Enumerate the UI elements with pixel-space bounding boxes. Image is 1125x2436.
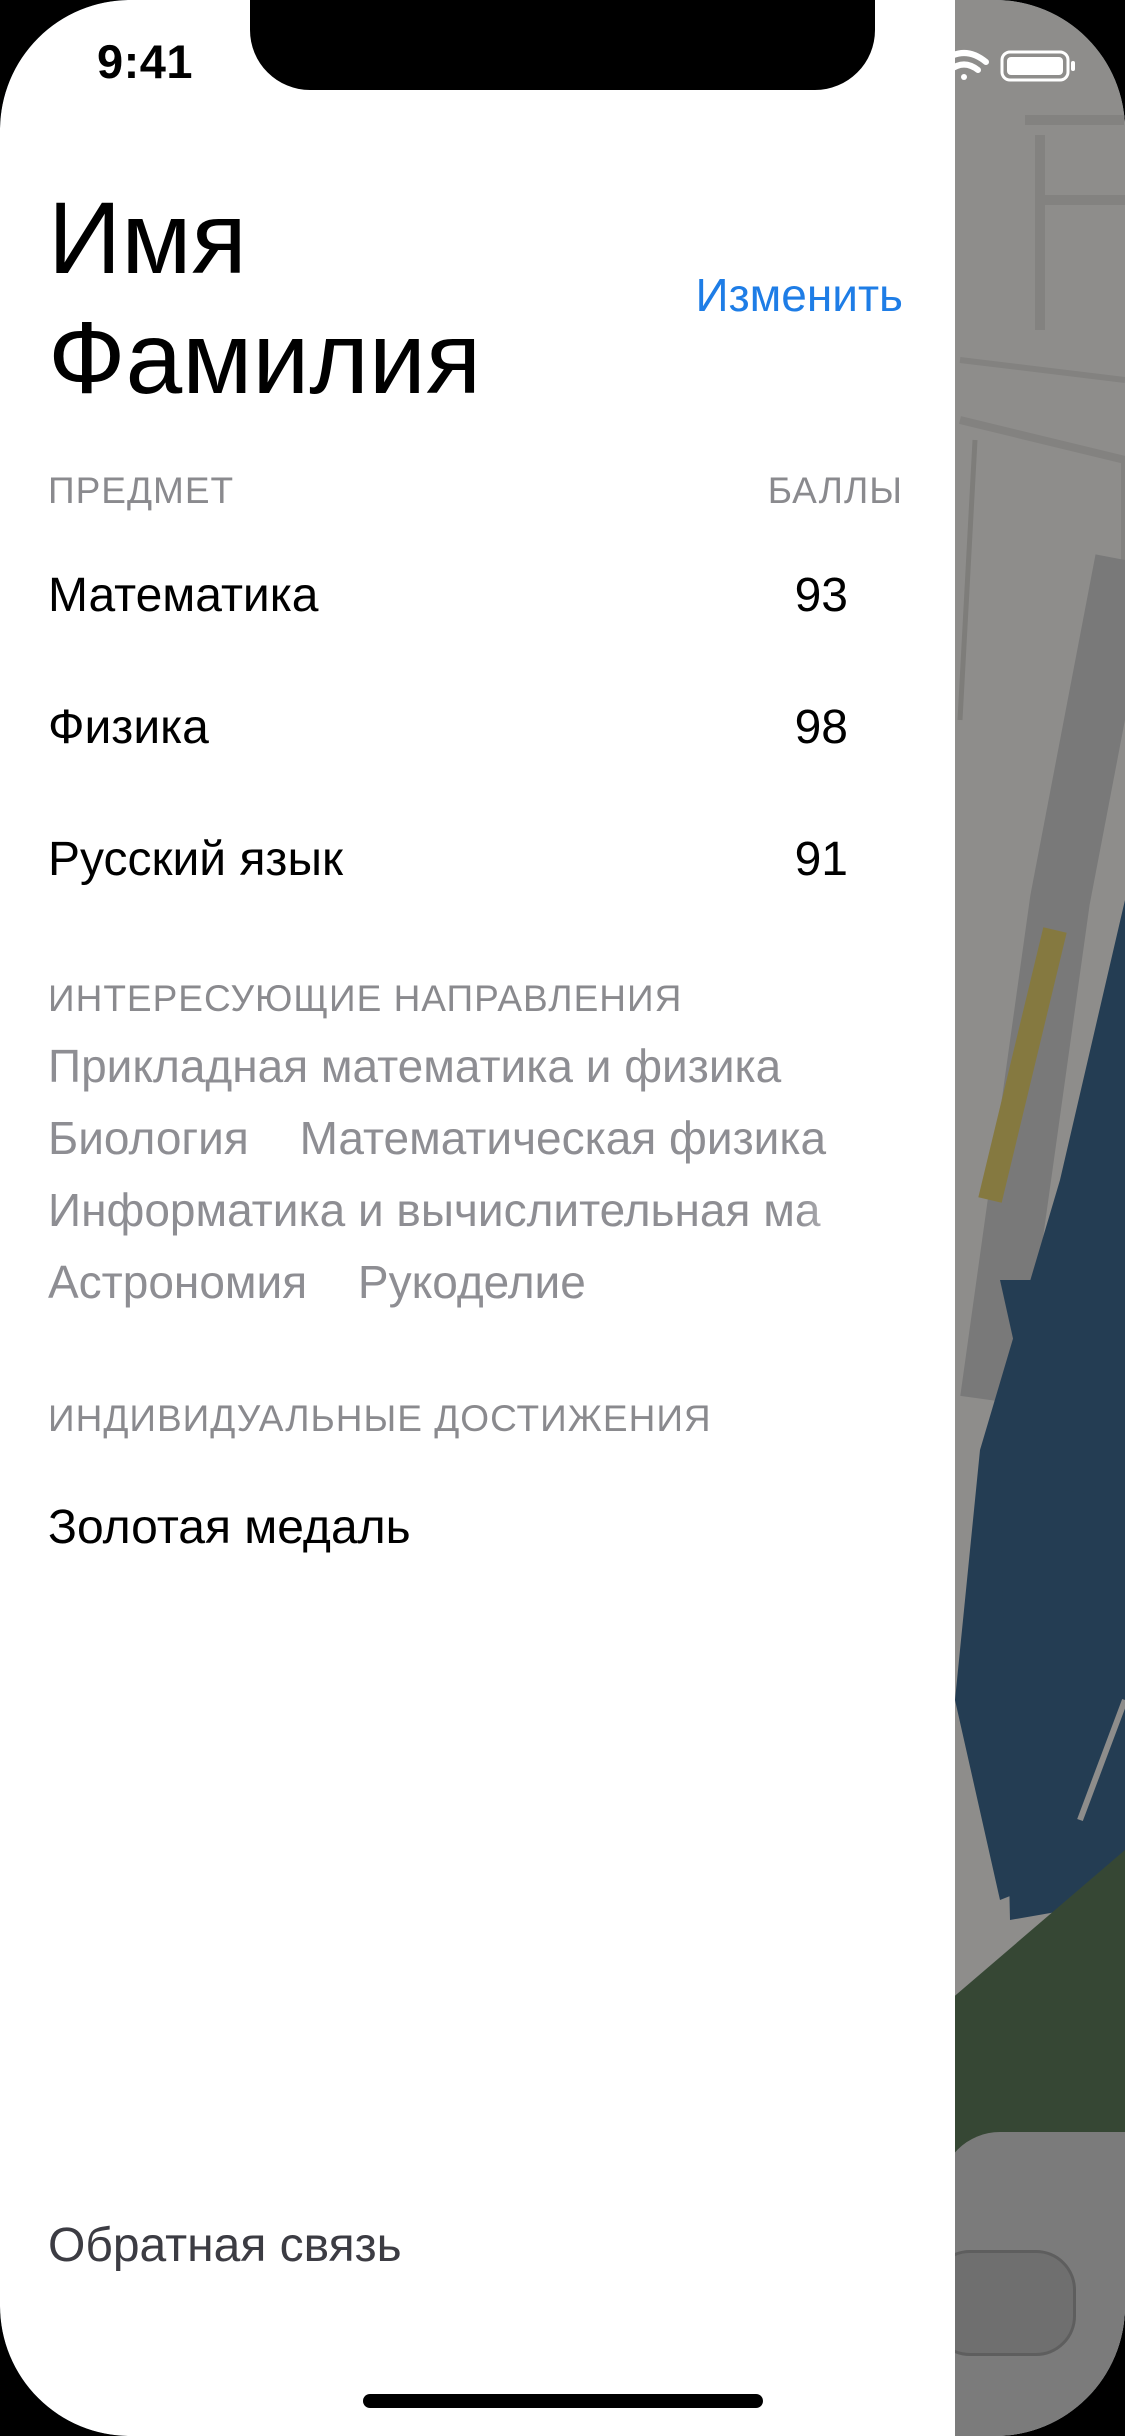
- achievement-item: Золотая медаль: [48, 1501, 411, 1554]
- interest-line: Биология Математическая физика: [48, 1108, 908, 1180]
- interest-tag[interactable]: Рукоделие: [358, 1256, 586, 1308]
- last-name: Фамилия: [48, 301, 482, 415]
- feedback-button[interactable]: Обратная связь: [48, 2218, 402, 2273]
- interest-tag[interactable]: Прикладная математика и физика: [48, 1040, 781, 1092]
- subject-column-header: ПРЕДМЕТ: [48, 470, 235, 511]
- profile-name: Имя Фамилия: [48, 178, 648, 418]
- subject-row[interactable]: Математика 93: [48, 568, 908, 648]
- subject-row[interactable]: Русский язык 91: [48, 832, 908, 912]
- interests-header: ИНТЕРЕСУЮЩИЕ НАПРАВЛЕНИЯ: [48, 978, 683, 1019]
- subject-name: Русский язык: [48, 833, 343, 886]
- score-column-header: БАЛЛЫ: [767, 470, 903, 511]
- subject-score: 91: [794, 833, 848, 886]
- interests-list: Прикладная математика и физика Биология …: [48, 1036, 908, 1324]
- interest-tag[interactable]: Информатика и вычислительная ма: [48, 1184, 820, 1236]
- subject-score: 98: [794, 701, 848, 754]
- profile-drawer: 9:41 Имя Фамилия Изменить ПРЕДМЕТ БАЛЛЫ …: [0, 0, 955, 2436]
- subject-name: Математика: [48, 569, 319, 622]
- subject-row[interactable]: Физика 98: [48, 700, 908, 780]
- status-time: 9:41: [97, 35, 194, 88]
- subject-name: Физика: [48, 701, 209, 754]
- subject-score: 93: [794, 569, 848, 622]
- interest-tag[interactable]: Астрономия: [48, 1256, 307, 1308]
- interest-tag[interactable]: Математическая физика: [300, 1112, 827, 1164]
- home-indicator[interactable]: [363, 2394, 763, 2408]
- overflow-fade: [798, 1180, 908, 1252]
- achievements-header: ИНДИВИДУАЛЬНЫЕ ДОСТИЖЕНИЯ: [48, 1398, 712, 1439]
- wifi-icon: [939, 50, 989, 80]
- status-icons: [880, 46, 1090, 86]
- edit-button[interactable]: Изменить: [696, 268, 904, 322]
- first-name: Имя: [48, 181, 247, 295]
- interest-line: Информатика и вычислительная ма: [48, 1180, 908, 1252]
- battery-icon: [1000, 50, 1075, 82]
- phone-screen: 9:41 Имя Фамилия Изменить ПРЕДМЕТ БАЛЛЫ …: [0, 0, 1125, 2436]
- signal-icon: [882, 50, 926, 82]
- device-notch: [250, 0, 875, 90]
- interest-tag[interactable]: Биология: [48, 1112, 249, 1164]
- interest-line: Прикладная математика и физика: [48, 1036, 908, 1108]
- interest-line: Астрономия Рукоделие: [48, 1252, 908, 1324]
